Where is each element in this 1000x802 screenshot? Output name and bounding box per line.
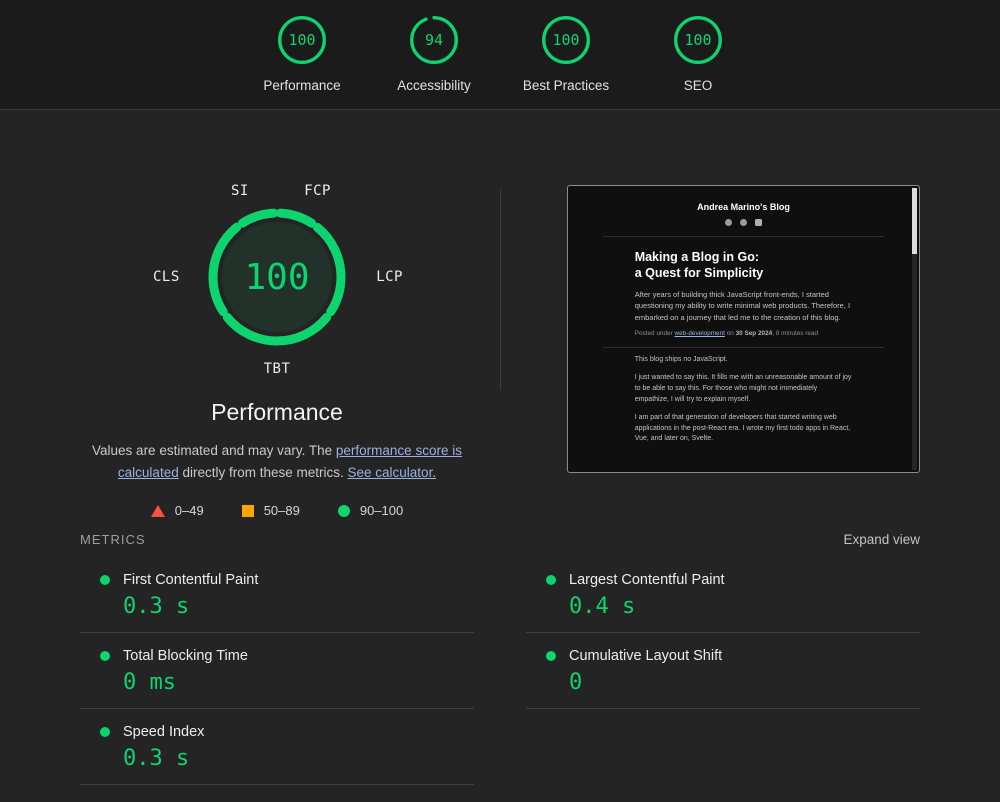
pass-circle-icon (337, 504, 350, 517)
fcp-metric-label: FCP (304, 183, 331, 199)
tbt-metric-label: TBT (263, 361, 291, 377)
metric-name: Total Blocking Time (123, 648, 248, 665)
metrics-section: METRICS Expand view First Contentful Pai… (80, 532, 920, 786)
score-label: Performance (263, 78, 341, 93)
score-value: 100 (684, 31, 712, 49)
vertical-divider (500, 189, 501, 389)
rss-icon (725, 219, 732, 226)
score-label: Best Practices (522, 78, 610, 93)
posted-date: 30 Sep 2024 (735, 330, 773, 338)
score-link-performance[interactable]: 100 Performance (254, 14, 350, 93)
thumb-article-heading: Making a Blog in Go: a Quest for Simplic… (634, 250, 764, 281)
metric-name: First Contentful Paint (123, 572, 259, 589)
score-value: 100 (288, 31, 316, 49)
description-text: Values are estimated and may vary. The (92, 443, 336, 458)
metrics-column-left: First Contentful Paint 0.3 s Total Block… (80, 557, 474, 786)
metric-total-blocking-time: Total Blocking Time 0 ms (80, 633, 474, 710)
pass-dot-icon (100, 651, 110, 662)
final-screenshot-panel: Andrea Marino's Blog Making a Blog in Go… (567, 185, 920, 473)
score-value: 100 (552, 31, 580, 49)
fail-triangle-icon (150, 504, 165, 517)
legend-fail: 0–49 (150, 503, 204, 519)
metric-first-contentful-paint: First Contentful Paint 0.3 s (80, 557, 474, 634)
score-link-seo[interactable]: 100 SEO (650, 14, 746, 93)
score-value: 94 (424, 31, 444, 49)
thumb-paragraph: I just wanted to say this. It fills me w… (634, 374, 852, 403)
metrics-header: METRICS Expand view (80, 532, 920, 547)
thumb-scrollbar (912, 188, 917, 470)
metric-largest-contentful-paint: Largest Contentful Paint 0.4 s (526, 557, 920, 634)
legend-range: 0–49 (174, 503, 204, 519)
si-metric-label: SI (231, 183, 249, 199)
lighthouse-report: 100 Performance 94 Accessibility 100 Bes… (0, 0, 1000, 786)
metric-value: 0.3 s (123, 746, 190, 772)
performance-category-section: 100 SI FCP CLS LCP TBT Performance Value… (0, 110, 1000, 786)
cls-metric-label: CLS (153, 269, 180, 285)
thumb-article-intro: After years of building thick JavaScript… (634, 289, 851, 322)
metrics-grid: First Contentful Paint 0.3 s Total Block… (80, 557, 920, 786)
metric-name: Speed Index (123, 724, 205, 741)
thumb-paragraph: I am part of that generation of develope… (634, 413, 851, 443)
legend-average: 50–89 (241, 503, 300, 519)
metric-name: Cumulative Layout Shift (569, 648, 723, 665)
score-legend: 0–49 50–89 90–100 (80, 503, 474, 518)
best-practices-gauge: 100 (540, 14, 592, 66)
performance-score-gauge: 100 SI FCP CLS LCP TBT (153, 183, 403, 377)
posted-text: on (724, 330, 736, 338)
pass-dot-icon (100, 575, 110, 586)
thumb-posted-line: Posted under web-development on 30 Sep 2… (635, 330, 853, 337)
pass-dot-icon (546, 575, 556, 586)
thumb-site-title: Andrea Marino's Blog (697, 202, 790, 212)
final-screenshot-thumbnail: Andrea Marino's Blog Making a Blog in Go… (567, 185, 920, 473)
score-label: Accessibility (397, 78, 471, 93)
description-text: directly from these metrics. (178, 464, 348, 480)
metric-name: Largest Contentful Paint (569, 572, 725, 589)
legend-pass: 90–100 (337, 503, 404, 519)
score-label: SEO (683, 78, 713, 93)
metric-cumulative-layout-shift: Cumulative Layout Shift 0 (526, 633, 920, 710)
metric-value: 0 (569, 670, 583, 696)
lcp-metric-label: LCP (376, 269, 403, 285)
thumb-social-icons (568, 219, 919, 226)
performance-gauge: 100 (276, 14, 328, 66)
thumb-divider (603, 347, 884, 349)
linkedin-icon (755, 219, 762, 226)
thumb-divider (603, 236, 884, 237)
metric-value: 0 ms (123, 670, 176, 696)
performance-overview: 100 SI FCP CLS LCP TBT Performance Value… (80, 183, 920, 518)
seo-gauge: 100 (672, 14, 724, 66)
score-link-accessibility[interactable]: 94 Accessibility (386, 14, 482, 93)
see-calculator-link[interactable]: See calculator. (348, 465, 437, 480)
legend-range: 50–89 (263, 503, 300, 519)
thumb-article: Making a Blog in Go: a Quest for Simplic… (635, 249, 853, 337)
expand-view-button[interactable]: Expand view (843, 532, 920, 547)
metric-speed-index: Speed Index 0.3 s (80, 709, 474, 786)
posted-text: , 8 minutes read (772, 330, 819, 338)
metric-value: 0.4 s (569, 594, 636, 620)
thumb-article-body: This blog ships no JavaScript. I just wa… (635, 355, 853, 445)
scores-summary-bar: 100 Performance 94 Accessibility 100 Bes… (0, 0, 1000, 110)
performance-gauge-panel: 100 SI FCP CLS LCP TBT Performance Value… (80, 183, 474, 518)
thumb-scrollbar-thumb (912, 188, 917, 254)
metrics-heading: METRICS (80, 532, 146, 548)
metrics-column-right: Largest Contentful Paint 0.4 s Cumulativ… (526, 557, 920, 785)
score-link-best-practices[interactable]: 100 Best Practices (518, 14, 614, 93)
legend-range: 90–100 (359, 503, 404, 519)
github-icon (740, 219, 747, 226)
posted-category-link: web-development (674, 330, 725, 338)
category-title: Performance (211, 399, 343, 425)
pass-dot-icon (546, 651, 556, 662)
average-square-icon (241, 504, 254, 517)
accessibility-gauge: 94 (408, 14, 460, 66)
score-description: Values are estimated and may vary. The p… (80, 440, 474, 483)
posted-text: Posted under (634, 330, 675, 338)
metric-value: 0.3 s (123, 594, 190, 620)
thumb-paragraph: This blog ships no JavaScript. (634, 356, 728, 364)
pass-dot-icon (100, 727, 110, 738)
performance-score-value: 100 (244, 256, 310, 298)
